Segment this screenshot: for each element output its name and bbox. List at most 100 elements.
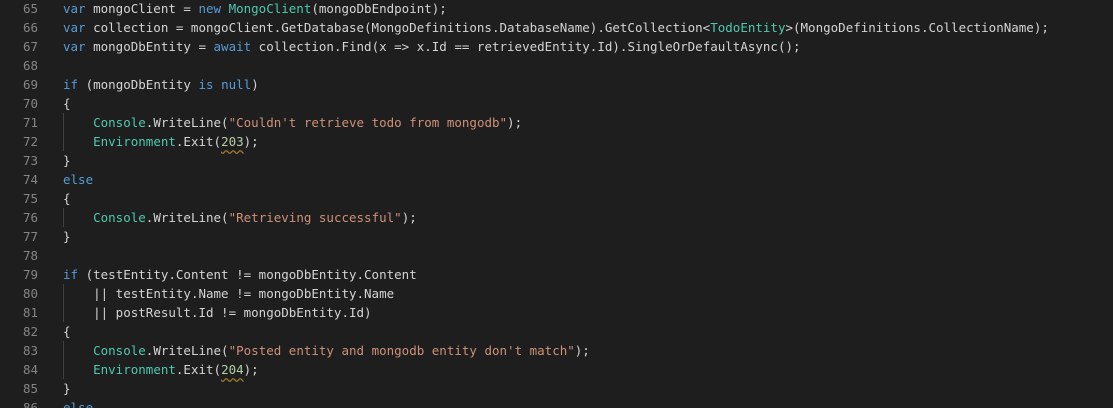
- code-line[interactable]: 76 Console.WriteLine("Retrieving success…: [0, 208, 1113, 227]
- line-number: 83: [22, 343, 38, 358]
- code-token: (mongoDbEntity: [78, 77, 199, 92]
- code-token: .WriteLine(: [145, 115, 229, 130]
- code-token: {: [63, 324, 71, 339]
- code-text: }: [38, 227, 71, 246]
- line-number: 70: [22, 96, 38, 111]
- code-token: ): [251, 77, 259, 92]
- line-number: 84: [22, 362, 38, 377]
- line-number: 69: [22, 77, 38, 92]
- code-line[interactable]: 75 {: [0, 189, 1113, 208]
- code-token: Console: [93, 210, 146, 225]
- line-number: 75: [22, 191, 38, 206]
- code-token: var: [63, 20, 86, 35]
- code-token: var: [63, 39, 86, 54]
- line-number: 67: [22, 39, 38, 54]
- code-text: else: [38, 398, 93, 408]
- code-line[interactable]: 71 Console.WriteLine("Couldn't retrieve …: [0, 113, 1113, 132]
- code-token: Console: [93, 343, 146, 358]
- line-number: 81: [22, 305, 38, 320]
- line-number: 77: [22, 229, 38, 244]
- indent-guide: [63, 113, 64, 132]
- code-line[interactable]: 82 {: [0, 322, 1113, 341]
- code-text: else: [38, 170, 93, 189]
- code-line[interactable]: 74 else: [0, 170, 1113, 189]
- code-token: Environment: [93, 134, 176, 149]
- line-number: 72: [22, 134, 38, 149]
- code-text: Console.WriteLine("Retrieving successful…: [38, 208, 417, 227]
- code-line[interactable]: 70 {: [0, 94, 1113, 113]
- line-number: 71: [22, 115, 38, 130]
- code-line[interactable]: 86 else: [0, 398, 1113, 408]
- code-line[interactable]: 78: [0, 246, 1113, 265]
- code-text: var mongoDbEntity = await collection.Fin…: [38, 37, 801, 56]
- code-token: else: [63, 400, 94, 408]
- code-line[interactable]: 72 Environment.Exit(203);: [0, 132, 1113, 151]
- code-line[interactable]: 79 if (testEntity.Content != mongoDbEntit…: [0, 265, 1113, 284]
- indent-guide: [63, 360, 64, 379]
- code-token: );: [243, 134, 259, 149]
- code-token: {: [63, 96, 71, 111]
- indent-guide: [63, 303, 64, 322]
- code-text: if (testEntity.Content != mongoDbEntity.…: [38, 265, 417, 284]
- line-number: 66: [22, 20, 38, 35]
- code-token: }: [63, 381, 71, 396]
- code-token: Console: [93, 115, 146, 130]
- code-line[interactable]: 80 || testEntity.Name != mongoDbEntity.N…: [0, 284, 1113, 303]
- line-number: 76: [22, 210, 38, 225]
- code-token: .Exit(: [175, 362, 222, 377]
- code-editor[interactable]: 65 var mongoClient = new MongoClient(mong…: [0, 0, 1113, 408]
- code-line[interactable]: 85}: [0, 379, 1113, 398]
- code-token: .WriteLine(: [145, 343, 229, 358]
- line-number: 68: [22, 58, 38, 73]
- code-token: }: [63, 229, 71, 244]
- code-token: var: [63, 1, 86, 16]
- code-line[interactable]: 84 Environment.Exit(204);: [0, 360, 1113, 379]
- code-token: await: [213, 39, 252, 54]
- code-text: if (mongoDbEntity is null): [38, 75, 259, 94]
- code-token: {: [63, 191, 71, 206]
- code-line[interactable]: 68: [0, 56, 1113, 75]
- code-line[interactable]: 66 var collection = mongoClient.GetDataba…: [0, 18, 1113, 37]
- code-text: Environment.Exit(203);: [38, 132, 259, 151]
- code-text: Console.WriteLine("Posted entity and mon…: [38, 341, 590, 360]
- code-text: var collection = mongoClient.GetDatabase…: [38, 18, 1049, 37]
- line-number: 79: [22, 267, 38, 282]
- code-line[interactable]: 67 var mongoDbEntity = await collection.F…: [0, 37, 1113, 56]
- code-token: }: [63, 153, 71, 168]
- code-token: collection = mongoClient.GetDatabase(Mon…: [85, 20, 711, 35]
- code-token: >(MongoDefinitions.CollectionName);: [785, 20, 1049, 35]
- line-number: 78: [22, 248, 38, 263]
- code-token: 204: [221, 362, 244, 377]
- code-line[interactable]: 73}: [0, 151, 1113, 170]
- code-token: );: [507, 115, 523, 130]
- code-token: );: [574, 343, 590, 358]
- line-number: 82: [22, 324, 38, 339]
- code-token: "Posted entity and mongodb entity don't …: [228, 343, 575, 358]
- code-line[interactable]: 65 var mongoClient = new MongoClient(mong…: [0, 0, 1113, 18]
- code-line[interactable]: 69 if (mongoDbEntity is null): [0, 75, 1113, 94]
- code-text: {: [38, 322, 71, 341]
- indent-guide: [63, 208, 64, 227]
- code-text: var mongoClient = new MongoClient(mongoD…: [38, 0, 447, 18]
- code-token: || postResult.Id != mongoDbEntity.Id): [93, 305, 372, 320]
- code-line[interactable]: 77}: [0, 227, 1113, 246]
- code-text: || postResult.Id != mongoDbEntity.Id): [38, 303, 372, 322]
- code-text: {: [38, 189, 71, 208]
- code-line[interactable]: 81 || postResult.Id != mongoDbEntity.Id): [0, 303, 1113, 322]
- code-token: Environment: [93, 362, 176, 377]
- code-lines[interactable]: 65 var mongoClient = new MongoClient(mong…: [0, 0, 1113, 408]
- code-token: (mongoDbEndpoint);: [311, 1, 447, 16]
- line-number: 74: [22, 172, 38, 187]
- line-number: 86: [22, 400, 38, 408]
- code-token: mongoDbEntity =: [85, 39, 214, 54]
- code-text: }: [38, 151, 71, 170]
- code-line[interactable]: 83 Console.WriteLine("Posted entity and …: [0, 341, 1113, 360]
- indent-guide: [63, 132, 64, 151]
- line-number: 65: [22, 1, 38, 16]
- code-text: {: [38, 94, 71, 113]
- code-token: .WriteLine(: [145, 210, 229, 225]
